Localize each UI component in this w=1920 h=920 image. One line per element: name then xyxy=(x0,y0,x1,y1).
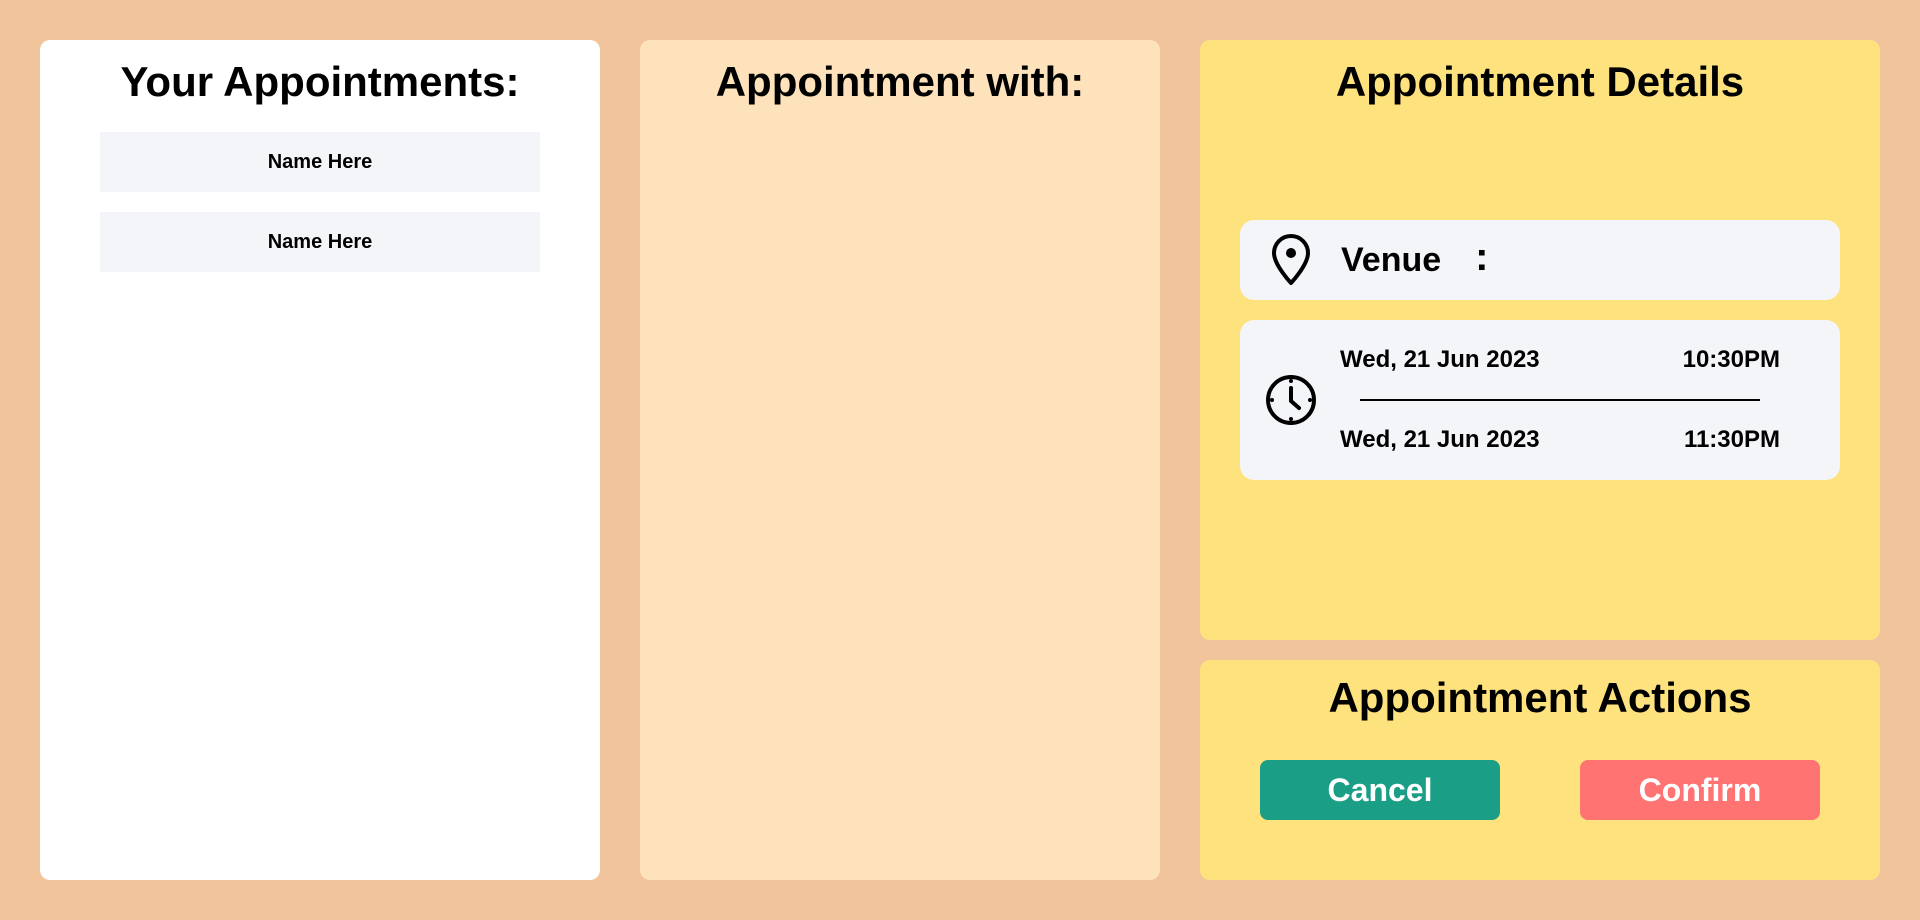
appointment-actions-panel: Appointment Actions Cancel Confirm xyxy=(1200,660,1880,880)
venue-separator: : xyxy=(1475,235,1489,279)
end-date: Wed, 21 Jun 2023 xyxy=(1340,426,1540,453)
appointment-details-panel: Appointment Details Venue : Wed, 21 Jun … xyxy=(1200,40,1880,640)
appointment-actions-title: Appointment Actions xyxy=(1328,674,1752,721)
end-datetime: Wed, 21 Jun 2023 11:30PM xyxy=(1340,426,1780,454)
start-datetime: Wed, 21 Jun 2023 10:30PM xyxy=(1340,346,1780,374)
clock-icon xyxy=(1264,373,1318,427)
time-divider xyxy=(1360,399,1760,401)
appointment-details-title: Appointment Details xyxy=(1335,58,1745,105)
appointment-list-item[interactable]: Name Here xyxy=(100,132,540,192)
appointments-panel: Your Appointments: Name Here Name Here xyxy=(40,40,600,880)
appointments-list: Name Here Name Here xyxy=(100,132,540,272)
venue-label: Venue xyxy=(1341,240,1442,279)
cancel-button[interactable]: Cancel xyxy=(1260,760,1500,820)
end-time: 11:30PM xyxy=(1683,426,1780,453)
appointment-with-panel: Appointment with: xyxy=(640,40,1160,880)
start-date: Wed, 21 Jun 2023 xyxy=(1340,346,1540,373)
appointment-list-item[interactable]: Name Here xyxy=(100,212,540,272)
appointment-with-title: Appointment with: xyxy=(715,58,1085,105)
venue-card: Venue : xyxy=(1240,220,1840,300)
map-pin-icon xyxy=(1266,232,1316,288)
start-time: 10:30PM xyxy=(1682,346,1780,373)
confirm-button[interactable]: Confirm xyxy=(1580,760,1820,820)
appointments-title: Your Appointments: xyxy=(120,58,520,105)
time-card: Wed, 21 Jun 2023 10:30PM Wed, 21 Jun 202… xyxy=(1240,320,1840,480)
